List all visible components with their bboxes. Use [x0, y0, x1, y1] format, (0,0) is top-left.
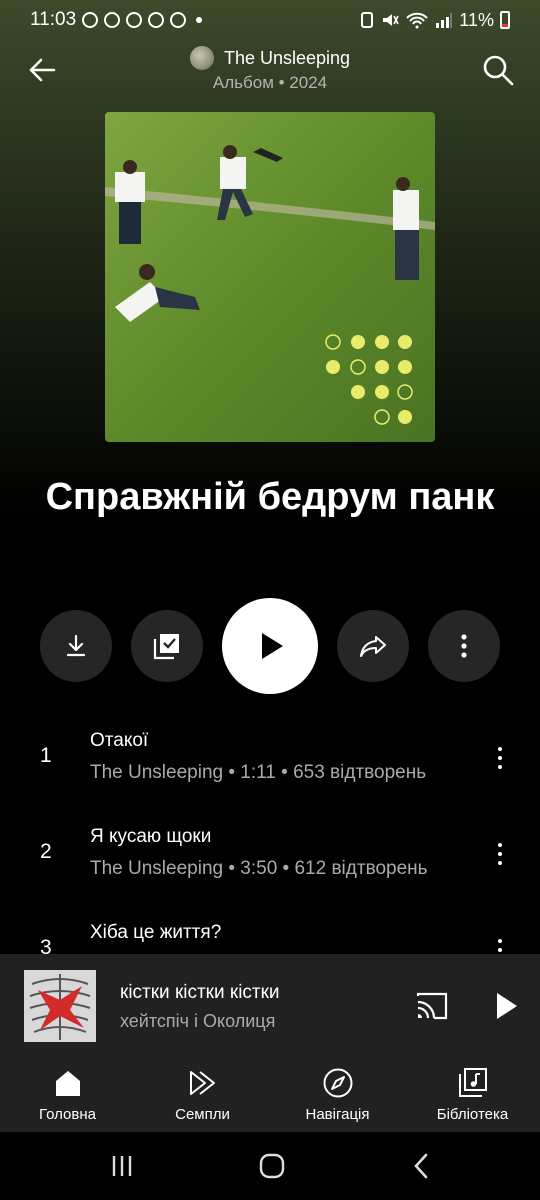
- check-icon: [148, 12, 165, 28]
- share-icon: [360, 636, 386, 657]
- track-title: Я кусаю щоки: [90, 826, 212, 847]
- album-meta: Альбом • 2024: [212, 73, 328, 92]
- samples-icon: [189, 1071, 215, 1095]
- artist-avatar: [189, 46, 214, 70]
- nav-label: Головна: [39, 1106, 96, 1123]
- artist-link[interactable]: The Unsleeping: [0, 46, 540, 70]
- battery-percent: 11%: [459, 9, 494, 30]
- play-store-icon: [126, 12, 143, 28]
- cast-icon[interactable]: [412, 988, 452, 1024]
- track-list: 1 Отакої The Unsleeping • 1:11 • 653 від…: [0, 710, 540, 954]
- recent-apps-icon[interactable]: [106, 1150, 138, 1182]
- nav-label: Семпли: [175, 1106, 230, 1123]
- track-number: 1: [40, 744, 52, 767]
- mute-icon: [383, 14, 400, 26]
- artist-name: The Unsleeping: [223, 47, 351, 68]
- album-header: The Unsleeping Альбом • 2024: [0, 40, 540, 100]
- nav-explore[interactable]: Навігація: [270, 1060, 405, 1132]
- download-button[interactable]: [40, 610, 112, 682]
- save-to-library-button[interactable]: [131, 610, 203, 682]
- album-cover: [105, 112, 435, 442]
- track-row[interactable]: 1 Отакої The Unsleeping • 1:11 • 653 від…: [0, 710, 540, 806]
- system-navigation: [0, 1132, 540, 1200]
- compass-icon: [323, 1068, 352, 1098]
- sync-icon: [170, 12, 187, 28]
- mini-player[interactable]: кістки кістки кістки хейтспіч і Околиця: [0, 954, 540, 1060]
- now-playing-artist: хейтспіч і Околиця: [120, 1011, 276, 1031]
- track-more-icon[interactable]: [488, 932, 512, 954]
- share-button[interactable]: [337, 610, 409, 682]
- track-row[interactable]: 2 Я кусаю щоки The Unsleeping • 3:50 • 6…: [0, 806, 540, 902]
- download-icon: [66, 634, 86, 657]
- system-back-icon[interactable]: [406, 1150, 438, 1182]
- alert-icon: [104, 12, 121, 28]
- mini-play-icon[interactable]: [488, 988, 524, 1024]
- battery-saver-icon: [361, 12, 374, 28]
- track-subtitle: The Unsleeping • 1:11 • 653 відтворень: [90, 762, 427, 783]
- status-time: 11:03: [30, 9, 77, 30]
- play-album-button[interactable]: [222, 598, 318, 694]
- track-more-icon[interactable]: [488, 740, 512, 776]
- nav-label: Навігація: [305, 1106, 370, 1123]
- album-title: Справжній бедрум панк: [45, 476, 495, 518]
- track-number: 2: [40, 840, 52, 863]
- status-bar: 11:03 11%: [0, 0, 540, 40]
- nav-home[interactable]: Головна: [0, 1060, 135, 1132]
- dnd-icon: [82, 12, 99, 28]
- nav-library[interactable]: Бібліотека: [405, 1060, 540, 1132]
- track-number: 3: [40, 936, 52, 954]
- bottom-navigation: Головна Семпли Навігація Бібліотека: [0, 1060, 540, 1132]
- nav-label: Бібліотека: [436, 1106, 509, 1123]
- album-actions: [0, 598, 540, 694]
- track-title: Хіба це життя?: [90, 922, 222, 943]
- now-playing-title: кістки кістки кістки: [120, 982, 280, 1003]
- play-icon: [262, 633, 283, 659]
- battery-icon: [500, 11, 510, 29]
- wifi-icon: [406, 12, 429, 29]
- track-row[interactable]: 3 Хіба це життя?: [0, 902, 540, 954]
- home-icon: [55, 1071, 80, 1096]
- search-icon[interactable]: [480, 52, 516, 88]
- home-button-icon[interactable]: [256, 1150, 288, 1182]
- track-subtitle: The Unsleeping • 3:50 • 612 відтворень: [90, 858, 428, 879]
- now-playing-cover: [24, 970, 96, 1042]
- library-check-icon: [153, 634, 179, 660]
- library-icon: [458, 1068, 487, 1097]
- track-title: Отакої: [90, 730, 149, 751]
- nav-samples[interactable]: Семпли: [135, 1060, 270, 1132]
- track-more-icon[interactable]: [488, 836, 512, 872]
- signal-icon: [436, 13, 453, 28]
- more-vert-icon: [461, 634, 467, 658]
- more-options-button[interactable]: [428, 610, 500, 682]
- more-notifications-icon: [196, 17, 203, 23]
